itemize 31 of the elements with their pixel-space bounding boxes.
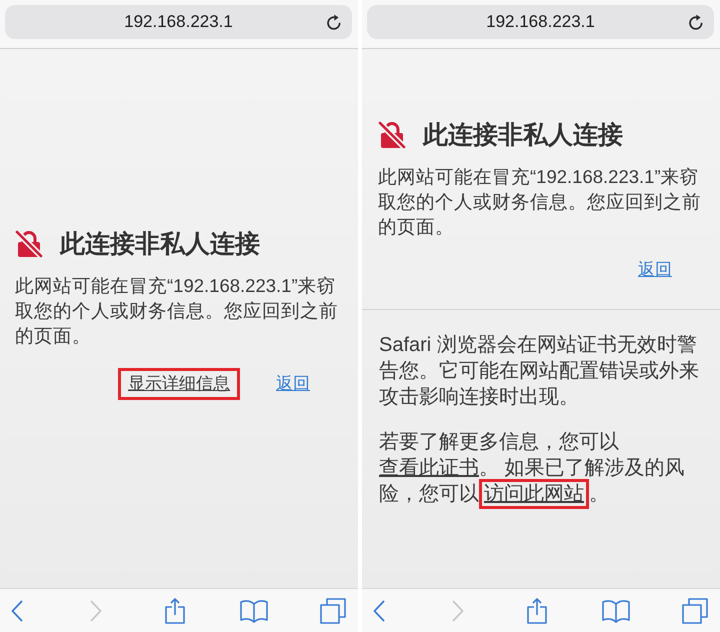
- reload-button[interactable]: [687, 13, 705, 31]
- lock-slash-icon: [378, 121, 406, 149]
- book-icon: [240, 598, 268, 622]
- overlapping-squares-icon: [320, 598, 346, 624]
- tabs-button[interactable]: [318, 596, 348, 626]
- tabs-button[interactable]: [680, 596, 710, 626]
- chevron-left-icon: [11, 600, 23, 622]
- reload-icon: [688, 14, 704, 30]
- address-field[interactable]: 192.168.223.1: [5, 5, 352, 39]
- back-link[interactable]: 返回: [638, 259, 672, 281]
- details-paragraph: 若要了解更多信息，您可以 查看此证书。 如果已了解涉及的风险，您可以 访问此网站 。: [379, 429, 705, 507]
- back-link[interactable]: 返回: [276, 373, 310, 395]
- text-link[interactable]: 访问此网站: [484, 483, 584, 505]
- reload-button[interactable]: [325, 13, 343, 31]
- details-paragraph: Safari 浏览器会在网站证书无效时警告您。它可能在网站配置错误或外来攻击影响连接时出现。: [379, 333, 700, 410]
- book-icon: [602, 598, 630, 622]
- warning-title: 此连接非私人连接: [423, 120, 623, 150]
- warning-message: 此网站可能在冒充“192.168.223.1”来窃取您的个人或财务信息。您应回到之前的页面。: [378, 165, 701, 239]
- warning-title: 此连接非私人连接: [60, 229, 260, 259]
- chevron-left-icon: [373, 600, 385, 622]
- chevron-right-icon: [90, 600, 102, 622]
- text-link[interactable]: 查看此证书: [379, 457, 479, 479]
- lock-slash-icon: [15, 230, 43, 258]
- chevron-right-icon: [452, 600, 464, 622]
- reload-icon: [326, 14, 342, 30]
- overlapping-squares-icon: [682, 598, 708, 624]
- warning-message: 此网站可能在冒充“192.168.223.1”来窃取您的个人或财务信息。您应回到之前的页面。: [15, 274, 338, 348]
- share-icon: [165, 598, 185, 624]
- address-field[interactable]: 192.168.223.1: [367, 5, 714, 39]
- share-icon: [527, 598, 547, 624]
- show-details-link[interactable]: 显示详细信息: [128, 374, 230, 393]
